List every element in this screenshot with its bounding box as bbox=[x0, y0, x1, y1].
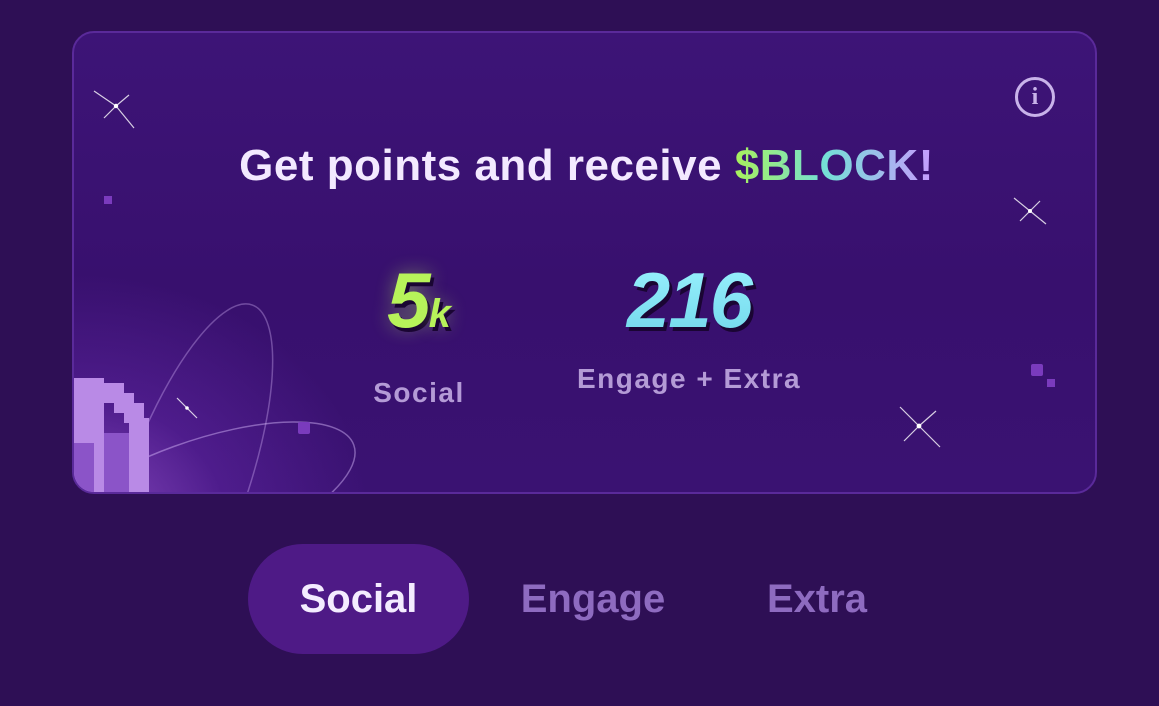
category-tabs: Social Engage Extra bbox=[248, 544, 917, 654]
social-stat: 5k Social bbox=[344, 255, 494, 409]
engage-extra-points-value: 216 bbox=[544, 255, 834, 345]
social-points-unit: k bbox=[428, 292, 451, 336]
tab-social[interactable]: Social bbox=[248, 544, 469, 654]
points-card: i Get points and receive $BLOCK! 5k Soci… bbox=[72, 31, 1097, 494]
points-screen: i Get points and receive $BLOCK! 5k Soci… bbox=[0, 0, 1159, 706]
tab-extra[interactable]: Extra bbox=[717, 544, 917, 654]
block-token-text: $BLOCK! bbox=[734, 141, 934, 190]
info-button[interactable]: i bbox=[1015, 77, 1055, 117]
engage-extra-stat: 216 Engage + Extra bbox=[544, 255, 834, 395]
engage-extra-stat-label: Engage + Extra bbox=[576, 363, 802, 394]
headline-text: Get points and receive bbox=[239, 141, 735, 190]
card-glow bbox=[74, 272, 374, 492]
social-points-value: 5k bbox=[344, 255, 494, 359]
card-headline: Get points and receive $BLOCK! bbox=[74, 141, 1095, 191]
tab-engage[interactable]: Engage bbox=[469, 544, 717, 654]
social-stat-label: Social bbox=[373, 377, 465, 408]
social-points-number: 5 bbox=[387, 256, 430, 344]
info-icon: i bbox=[1031, 84, 1039, 110]
